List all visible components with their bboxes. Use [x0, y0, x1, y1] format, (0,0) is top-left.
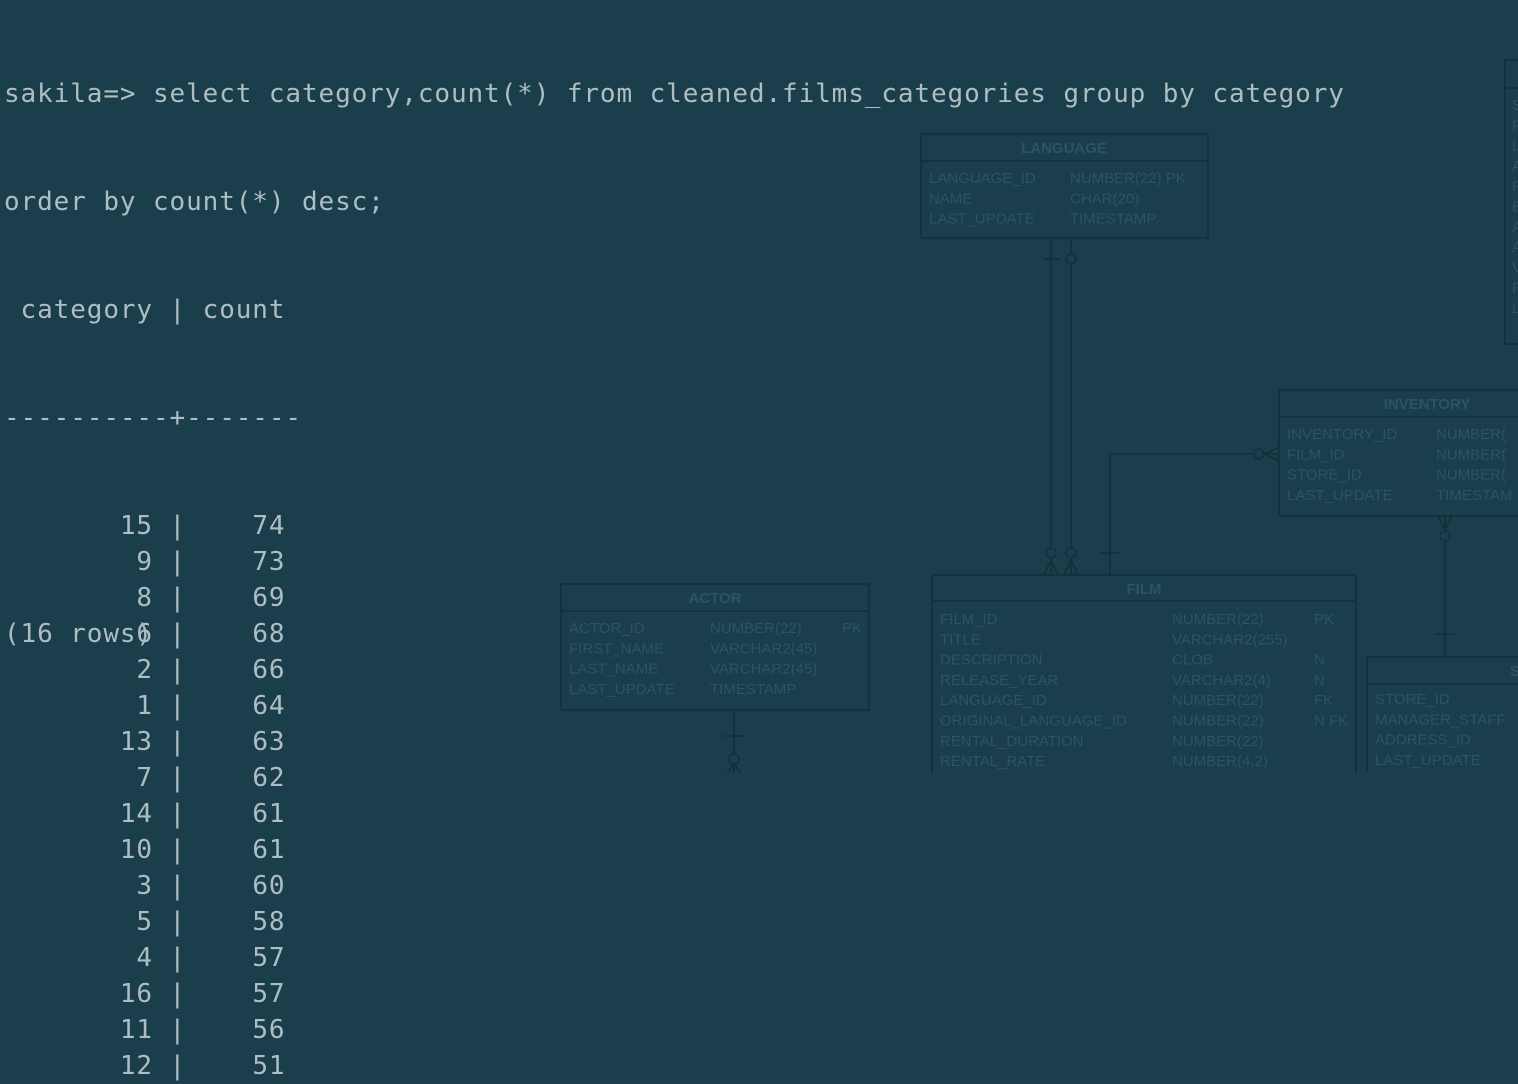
- category-cell: 15: [4, 511, 153, 541]
- column-divider: |: [152, 547, 203, 577]
- column-divider: |: [152, 835, 203, 865]
- entity-field: NUMBER(: [1436, 446, 1506, 463]
- entity-title: S: [1510, 663, 1518, 680]
- count-cell: 74: [202, 511, 286, 541]
- column-divider: |: [152, 799, 203, 829]
- category-cell: 2: [4, 655, 153, 685]
- count-cell: 57: [202, 943, 286, 973]
- entity-field: L: [1512, 300, 1518, 317]
- category-cell: 1: [4, 691, 153, 721]
- count-cell: 61: [202, 799, 286, 829]
- result-row: 7 | 62: [4, 760, 1345, 796]
- entity-field: V: [1512, 259, 1518, 276]
- entity-field: NUMBER(: [1436, 426, 1506, 443]
- result-row: 2 | 66: [4, 652, 1345, 688]
- category-cell: 16: [4, 979, 153, 1009]
- category-cell: 14: [4, 799, 153, 829]
- count-cell: 61: [202, 835, 286, 865]
- entity-field: NUMBER(: [1436, 467, 1506, 484]
- entity-field: F: [1512, 117, 1518, 134]
- category-cell: 5: [4, 907, 153, 937]
- entity-store: S STORE_ID MANAGER_STAFF ADDRESS_ID LAST_UP…: [1366, 656, 1518, 773]
- category-cell: 3: [4, 871, 153, 901]
- result-row: 4 | 57: [4, 940, 1345, 976]
- entity-field: A: [1512, 158, 1518, 175]
- result-row: 8 | 69: [4, 580, 1345, 616]
- result-row: 10 | 61: [4, 832, 1345, 868]
- count-cell: 66: [202, 655, 286, 685]
- entity-field: LAST_UPDATE: [1375, 752, 1481, 769]
- column-divider: |: [152, 1051, 203, 1081]
- entity-field: TIMESTAM: [1436, 487, 1512, 504]
- count-cell: 64: [202, 691, 286, 721]
- entity-field: STORE_ID: [1375, 691, 1450, 708]
- count-cell: 58: [202, 907, 286, 937]
- count-cell: 51: [202, 1051, 286, 1081]
- category-cell: 13: [4, 727, 153, 757]
- result-row: 13 | 63: [4, 724, 1345, 760]
- count-cell: 73: [202, 547, 286, 577]
- count-cell: 62: [202, 763, 286, 793]
- category-cell: 7: [4, 763, 153, 793]
- command-continuation: order by count(*) desc;: [4, 187, 385, 217]
- result-separator: ----------+-------: [4, 403, 302, 433]
- column-divider: |: [152, 907, 203, 937]
- result-row: 5 | 58: [4, 904, 1345, 940]
- entity-field: E: [1512, 199, 1518, 216]
- count-cell: 57: [202, 979, 286, 1009]
- column-divider: |: [152, 727, 203, 757]
- result-row: 11 | 56: [4, 1012, 1345, 1048]
- partial-entity-topright: SFLAFEAAVFL: [1504, 59, 1518, 345]
- column-divider: |: [152, 511, 203, 541]
- column-divider: |: [152, 763, 203, 793]
- result-rows: 15 | 74 9 | 73 8 | 69 6 | 68 2 | 66 1 | …: [4, 508, 1345, 1081]
- category-cell: 10: [4, 835, 153, 865]
- count-cell: 56: [202, 1015, 286, 1045]
- column-divider: |: [152, 1015, 203, 1045]
- category-cell: 11: [4, 1015, 153, 1045]
- column-divider: |: [152, 691, 203, 721]
- count-cell: 60: [202, 871, 286, 901]
- count-cell: 63: [202, 727, 286, 757]
- sql-command: select category,count(*) from cleaned.fi…: [152, 79, 1345, 109]
- result-row: 15 | 74: [4, 508, 1345, 544]
- column-divider: |: [152, 619, 203, 649]
- result-row: 1 | 64: [4, 688, 1345, 724]
- category-cell: 8: [4, 583, 153, 613]
- entity-field: S: [1512, 97, 1518, 114]
- psql-prompt: sakila=>: [4, 79, 153, 109]
- terminal-window[interactable]: sakila=> select category,count(*) from c…: [4, 4, 1345, 1081]
- count-cell: 68: [202, 619, 286, 649]
- column-divider: |: [152, 655, 203, 685]
- entity-field: F: [1512, 178, 1518, 195]
- result-header: category | count: [4, 295, 286, 325]
- column-divider: |: [152, 871, 203, 901]
- category-cell: 12: [4, 1051, 153, 1081]
- column-divider: |: [152, 583, 203, 613]
- entity-field: F: [1512, 280, 1518, 297]
- column-divider: |: [152, 943, 203, 973]
- command-line: sakila=> select category,count(*) from c…: [4, 76, 1345, 112]
- category-cell: 9: [4, 547, 153, 577]
- count-cell: 69: [202, 583, 286, 613]
- column-divider: |: [152, 979, 203, 1009]
- category-cell: 4: [4, 943, 153, 973]
- entity-title: INVENTORY: [1384, 396, 1471, 413]
- result-row: 14 | 61: [4, 796, 1345, 832]
- entity-field: L: [1512, 138, 1518, 155]
- entity-field: A: [1512, 239, 1518, 256]
- entity-field: MANAGER_STAFF: [1375, 711, 1506, 728]
- result-row: 16 | 57: [4, 976, 1345, 1012]
- entity-field: ADDRESS_ID: [1375, 732, 1471, 749]
- result-row: 3 | 60: [4, 868, 1345, 904]
- result-row: 9 | 73: [4, 544, 1345, 580]
- result-row: 12 | 51: [4, 1048, 1345, 1084]
- entity-field: A: [1512, 219, 1518, 236]
